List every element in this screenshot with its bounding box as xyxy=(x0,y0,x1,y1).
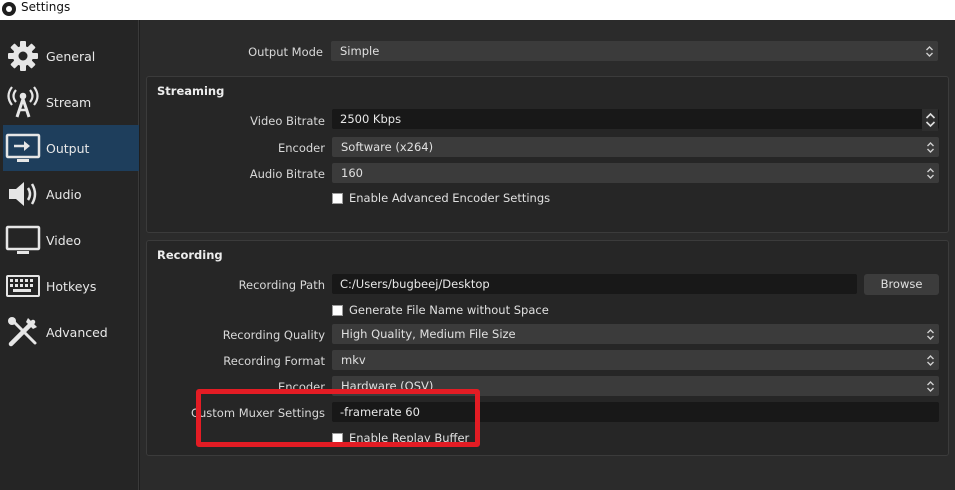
speaker-icon xyxy=(3,177,43,211)
recording-encoder-select[interactable]: Hardware (QSV) xyxy=(332,376,939,396)
streaming-group-title: Streaming xyxy=(157,84,225,98)
sidebar-item-label: Video xyxy=(46,232,82,248)
sidebar-item-general[interactable]: General xyxy=(3,33,139,79)
sidebar-item-output[interactable]: Output xyxy=(3,125,139,171)
custom-muxer-label: Custom Muxer Settings xyxy=(190,406,325,420)
recording-group: Recording xyxy=(146,240,949,456)
spin-up-icon[interactable] xyxy=(925,112,936,120)
recording-encoder-label: Encoder xyxy=(277,380,325,394)
obs-logo-icon xyxy=(2,2,16,16)
recording-quality-label: Recording Quality xyxy=(222,328,325,342)
tools-icon xyxy=(3,315,43,349)
filename-nospace-checkbox[interactable]: Generate File Name without Space xyxy=(332,303,549,317)
recording-path-label: Recording Path xyxy=(238,278,325,292)
sidebar-item-label: Audio xyxy=(46,186,82,202)
keyboard-icon xyxy=(3,269,43,303)
audio-bitrate-select[interactable]: 160 xyxy=(332,163,939,183)
sidebar-item-label: Output xyxy=(46,140,90,156)
sidebar: General Stream Output Audio Video Hotkey… xyxy=(0,20,139,490)
sidebar-item-stream[interactable]: Stream xyxy=(3,79,139,125)
recording-format-label: Recording Format xyxy=(223,354,325,368)
checkbox-box[interactable] xyxy=(332,432,343,444)
monitor-icon xyxy=(3,223,43,257)
gear-icon xyxy=(3,39,43,73)
checkbox-box[interactable] xyxy=(332,304,343,316)
chevron-updown-icon xyxy=(921,376,939,396)
video-bitrate-label: Video Bitrate xyxy=(250,114,325,128)
spin-down-icon[interactable] xyxy=(925,120,936,128)
stream-encoder-label: Encoder xyxy=(277,141,325,155)
checkbox-box[interactable] xyxy=(332,192,343,204)
sidebar-item-advanced[interactable]: Advanced xyxy=(3,309,139,355)
output-mode-select[interactable]: Simple xyxy=(331,41,938,61)
chevron-updown-icon xyxy=(921,350,939,370)
chevron-updown-icon xyxy=(920,41,938,61)
output-mode-label: Output Mode xyxy=(248,45,323,59)
custom-muxer-input[interactable]: -framerate 60 xyxy=(332,402,939,422)
window-title: Settings xyxy=(21,0,71,14)
recording-format-select[interactable]: mkv xyxy=(332,350,939,370)
video-bitrate-stepper[interactable]: 2500 Kbps xyxy=(332,109,939,131)
sidebar-item-label: Stream xyxy=(46,94,92,110)
chevron-updown-icon xyxy=(921,163,939,183)
sidebar-item-label: Hotkeys xyxy=(46,278,97,294)
sidebar-item-hotkeys[interactable]: Hotkeys xyxy=(3,263,139,309)
browse-button[interactable]: Browse xyxy=(864,274,939,295)
monitor-output-icon xyxy=(3,131,43,165)
sidebar-item-label: General xyxy=(46,48,96,64)
broadcast-icon xyxy=(3,85,43,119)
recording-path-input[interactable]: C:/Users/bugbeej/Desktop xyxy=(332,274,857,294)
chevron-updown-icon xyxy=(921,137,939,157)
sidebar-item-audio[interactable]: Audio xyxy=(3,171,139,217)
stream-encoder-select[interactable]: Software (x264) xyxy=(332,137,939,157)
replay-buffer-checkbox[interactable]: Enable Replay Buffer xyxy=(332,431,469,445)
title-bar: Settings xyxy=(0,0,955,20)
recording-quality-select[interactable]: High Quality, Medium File Size xyxy=(332,324,939,344)
audio-bitrate-label: Audio Bitrate xyxy=(249,167,325,181)
recording-group-title: Recording xyxy=(157,248,223,262)
sidebar-item-label: Advanced xyxy=(46,324,108,340)
advanced-encoder-checkbox[interactable]: Enable Advanced Encoder Settings xyxy=(332,191,550,205)
settings-content: Output Mode Simple Streaming Video Bitra… xyxy=(140,20,955,490)
sidebar-item-video[interactable]: Video xyxy=(3,217,139,263)
chevron-updown-icon xyxy=(921,324,939,344)
